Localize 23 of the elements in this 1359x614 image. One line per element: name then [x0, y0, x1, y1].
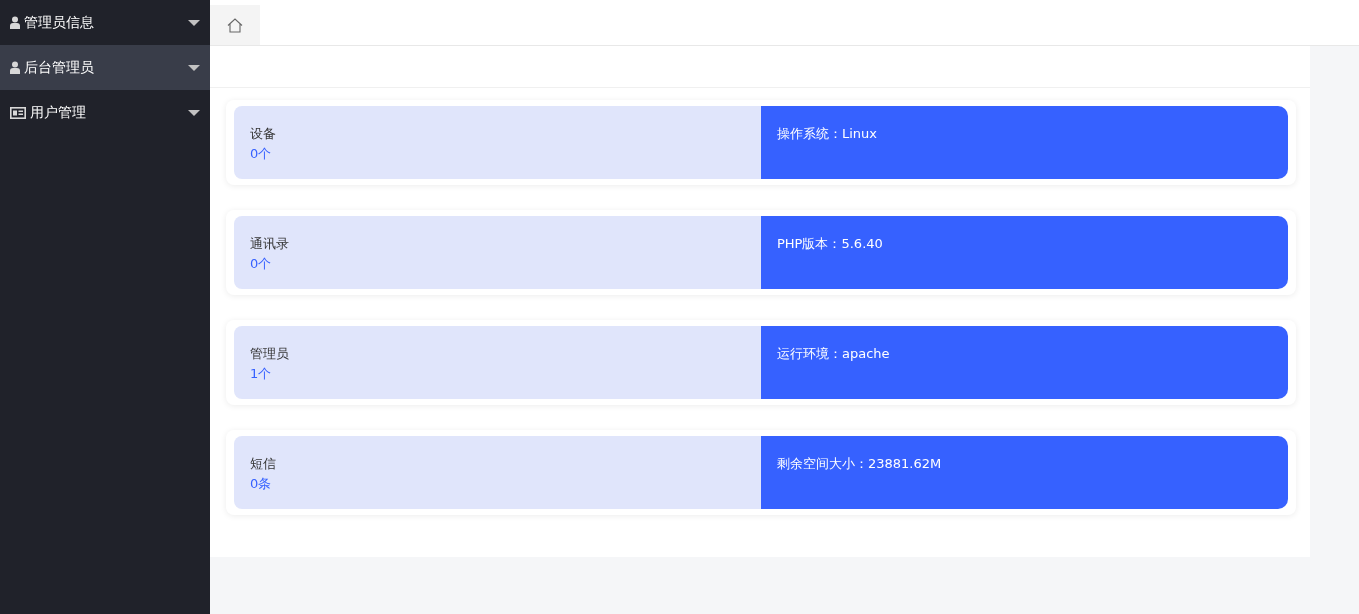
system-info-text: 剩余空间大小：23881.62M [777, 455, 942, 473]
stat-label: 管理员 [250, 345, 289, 363]
caret-icon [188, 109, 200, 116]
caret-icon [188, 19, 200, 26]
stat-count: 1个 [250, 365, 272, 383]
stat-count: 0个 [250, 145, 272, 163]
stat-label: 设备 [250, 125, 276, 143]
system-info-text: PHP版本：5.6.40 [777, 235, 883, 253]
system-info-text: 运行环境：apache [777, 345, 890, 363]
sidebar-item[interactable]: 后台管理员 [0, 45, 210, 90]
id-card-icon [10, 106, 26, 119]
home-tab[interactable] [210, 5, 260, 45]
sidebar-item[interactable]: 用户管理 [0, 90, 210, 135]
system-info-text: 操作系统：Linux [777, 125, 878, 143]
caret-icon [188, 64, 200, 71]
stat-count: 0个 [250, 255, 272, 273]
home-icon [227, 17, 243, 33]
stat-count: 0条 [250, 475, 272, 493]
stat-label: 通讯录 [250, 235, 289, 253]
sidebar-item[interactable]: 管理员信息 [0, 0, 210, 45]
person-icon [10, 16, 20, 29]
person-icon [10, 61, 20, 74]
stat-label: 短信 [250, 455, 276, 473]
